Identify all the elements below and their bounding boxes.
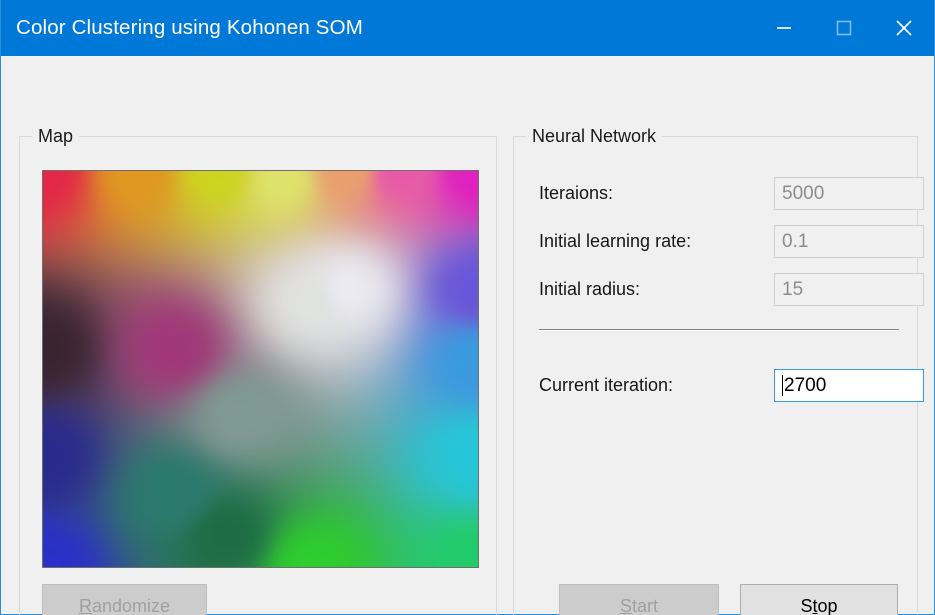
neural-network-group-box: Neural Network Iteraions: 5000 Initial l…: [513, 136, 918, 615]
start-label-rest: tart: [632, 596, 658, 615]
current-iteration-label: Current iteration:: [539, 375, 673, 396]
stop-label-pre: S: [800, 596, 812, 615]
radius-row: Initial radius: 15: [539, 273, 899, 306]
app-window: Color Clustering using Kohonen SOM: [0, 0, 935, 615]
radius-input[interactable]: 15: [774, 273, 924, 306]
section-divider: [539, 329, 899, 331]
learning-rate-input[interactable]: 0.1: [774, 225, 924, 258]
iterations-row: Iteraions: 5000: [539, 177, 899, 210]
start-button[interactable]: Start: [559, 584, 719, 615]
iterations-label: Iteraions:: [539, 183, 613, 204]
title-bar: Color Clustering using Kohonen SOM: [1, 0, 934, 56]
stop-label-rest: op: [818, 596, 838, 615]
stop-button[interactable]: Stop: [740, 584, 898, 615]
map-group-box: Map Randomize: [19, 136, 497, 615]
current-iteration-input[interactable]: 2700: [774, 369, 924, 402]
iterations-input[interactable]: 5000: [774, 177, 924, 210]
randomize-button-label: Randomize: [79, 597, 170, 615]
client-area: Map Randomize Neural Network Iteraions: …: [1, 56, 934, 614]
randomize-label-rest: andomize: [92, 596, 170, 615]
close-button[interactable]: [874, 0, 934, 56]
caption-button-group: [754, 0, 934, 56]
maximize-button[interactable]: [814, 0, 874, 56]
start-mnemonic: S: [620, 596, 632, 615]
randomize-mnemonic: R: [79, 596, 92, 615]
neural-network-group-label: Neural Network: [526, 126, 662, 147]
stop-button-label: Stop: [800, 597, 837, 615]
learning-rate-label: Initial learning rate:: [539, 231, 691, 252]
som-map-display[interactable]: [42, 170, 479, 568]
current-iteration-row: Current iteration: 2700: [539, 369, 899, 402]
maximize-icon: [833, 17, 855, 39]
randomize-button[interactable]: Randomize: [42, 584, 207, 615]
window-title: Color Clustering using Kohonen SOM: [16, 16, 363, 40]
map-group-label: Map: [32, 126, 79, 147]
text-caret: [782, 375, 783, 396]
som-color-grid: [43, 171, 478, 567]
current-iteration-value: 2700: [784, 375, 826, 397]
start-button-label: Start: [620, 597, 658, 615]
minimize-icon: [773, 17, 795, 39]
radius-label: Initial radius:: [539, 279, 640, 300]
minimize-button[interactable]: [754, 0, 814, 56]
close-icon: [892, 16, 916, 40]
learning-rate-row: Initial learning rate: 0.1: [539, 225, 899, 258]
